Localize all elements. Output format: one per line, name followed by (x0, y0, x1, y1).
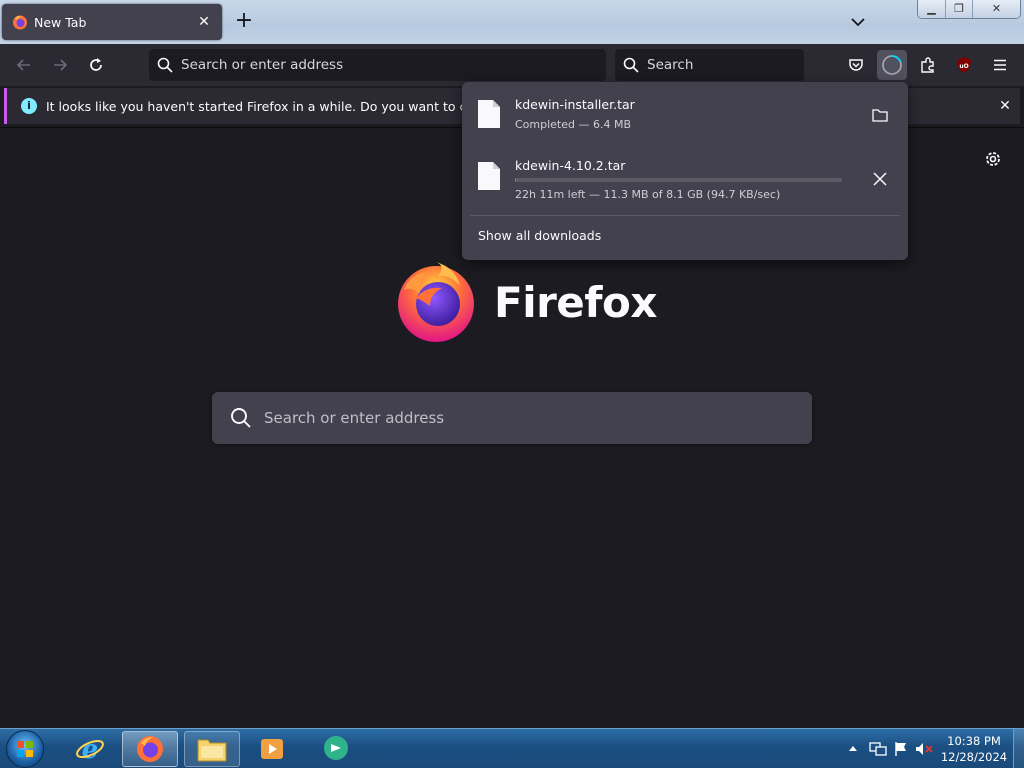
cancel-icon (873, 172, 887, 186)
settings-gear-icon[interactable] (982, 148, 1004, 170)
search-icon (157, 57, 173, 73)
info-icon: i (21, 98, 37, 114)
reload-button[interactable] (84, 53, 108, 77)
pocket-button[interactable] (841, 50, 871, 80)
taskbar-internet-explorer[interactable]: e (62, 731, 118, 767)
newtab-search-input[interactable] (264, 409, 784, 427)
show-desktop-button[interactable] (1013, 729, 1024, 768)
navigation-toolbar: uO (0, 44, 1024, 86)
action-center-flag-icon[interactable] (892, 740, 910, 758)
brand-wordmark: Firefox (494, 277, 658, 327)
ublock-origin-button[interactable]: uO (949, 50, 979, 80)
tab-close-icon[interactable]: ✕ (196, 14, 212, 30)
taskbar-media-player[interactable] (244, 731, 300, 767)
back-button[interactable] (12, 53, 36, 77)
back-arrow-icon (16, 59, 30, 71)
svg-text:uO: uO (959, 63, 968, 70)
windows-taskbar: e 10:38 PM 12/28/2024 (0, 728, 1024, 768)
download-progress-icon (882, 55, 902, 75)
system-tray (840, 729, 934, 768)
search-icon (231, 408, 251, 428)
show-in-folder-button[interactable] (865, 100, 895, 130)
maximize-button[interactable]: ❐ (946, 0, 973, 18)
app-menu-button[interactable] (985, 50, 1015, 80)
svg-text:e: e (82, 735, 99, 764)
cancel-download-button[interactable] (865, 164, 895, 194)
firefox-brand: Firefox (396, 260, 658, 344)
reload-icon (90, 58, 102, 71)
close-window-button[interactable]: ✕ (973, 0, 1020, 18)
list-all-tabs-chevron-down-icon[interactable] (848, 12, 868, 32)
volume-muted-icon[interactable] (914, 740, 934, 758)
tab-strip: New Tab ✕ + ▁ ❐ ✕ (0, 0, 1024, 44)
download-filename: kdewin-installer.tar (515, 97, 635, 112)
clock-date: 12/28/2024 (940, 750, 1008, 764)
download-status: 22h 11m left — 11.3 MB of 8.1 GB (94.7 K… (515, 188, 781, 201)
download-filename: kdewin-4.10.2.tar (515, 158, 626, 173)
folder-icon (197, 739, 227, 762)
downloads-panel: kdewin-installer.tar Completed — 6.4 MB … (462, 82, 908, 260)
start-button[interactable] (6, 730, 44, 768)
downloads-button[interactable] (877, 50, 907, 80)
panel-divider (470, 215, 900, 216)
forward-button[interactable] (48, 53, 72, 77)
download-item[interactable]: kdewin-installer.tar Completed — 6.4 MB (470, 88, 900, 144)
file-icon (478, 162, 500, 190)
internet-explorer-icon: e (76, 735, 104, 764)
new-tab-button[interactable]: + (232, 10, 256, 34)
pocket-icon (849, 59, 863, 71)
download-item[interactable]: kdewin-4.10.2.tar 22h 11m left — 11.3 MB… (470, 150, 900, 206)
taskbar-app[interactable] (308, 731, 364, 767)
file-icon (478, 100, 500, 128)
search-icon (623, 57, 639, 73)
tab-new-tab[interactable]: New Tab ✕ (2, 4, 222, 40)
windows-logo-icon (17, 741, 33, 757)
chat-bubble-icon (324, 736, 348, 760)
download-status: Completed — 6.4 MB (515, 118, 632, 131)
taskbar-file-explorer[interactable] (184, 731, 240, 767)
minimize-button[interactable]: ▁ (918, 0, 946, 18)
forward-arrow-icon (54, 59, 68, 71)
puzzle-piece-icon (921, 57, 934, 73)
url-input[interactable] (181, 57, 561, 73)
firefox-favicon-icon (13, 15, 27, 30)
taskbar-firefox[interactable] (122, 731, 178, 767)
newtab-search-box[interactable] (212, 392, 812, 444)
hamburger-menu-icon (994, 59, 1006, 71)
search-bar[interactable] (615, 49, 804, 81)
firefox-logo-icon (398, 262, 474, 342)
tab-title: New Tab (34, 14, 87, 30)
network-icon[interactable] (868, 740, 888, 758)
window-controls: ▁ ❐ ✕ (917, 0, 1021, 19)
media-player-icon (261, 739, 283, 759)
url-bar[interactable] (149, 49, 606, 81)
show-all-downloads-button[interactable]: Show all downloads (478, 228, 601, 243)
folder-icon (872, 109, 888, 122)
taskbar-clock[interactable]: 10:38 PM 12/28/2024 (938, 733, 1010, 765)
ublock-shield-icon: uO (957, 57, 971, 73)
show-hidden-icons-icon[interactable] (844, 740, 862, 758)
search-input[interactable] (647, 57, 787, 73)
firefox-icon (137, 736, 163, 762)
download-progress-bar (515, 178, 842, 182)
clock-time: 10:38 PM (947, 734, 1001, 748)
notification-close-icon[interactable]: ✕ (995, 96, 1015, 116)
extensions-button[interactable] (913, 50, 943, 80)
download-progress-fill (515, 178, 517, 182)
